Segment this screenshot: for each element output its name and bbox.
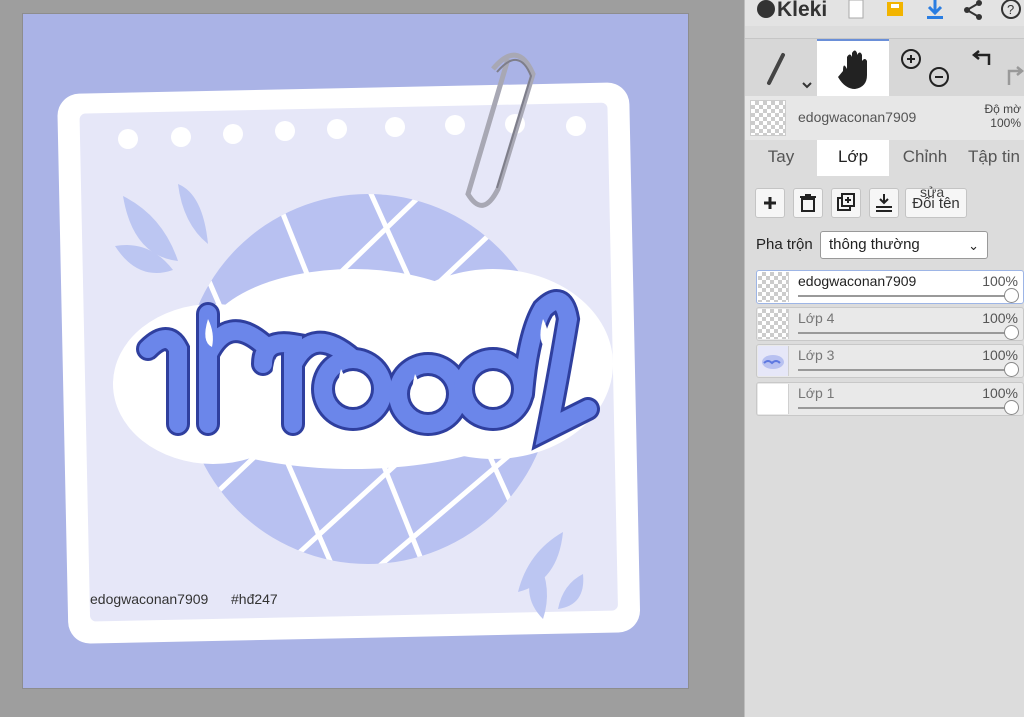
- zoom-out-icon[interactable]: [929, 67, 949, 87]
- layer-name: edogwaconan7909: [798, 273, 917, 289]
- layer-thumbnail: [758, 346, 789, 376]
- layer-item[interactable]: edogwaconan7909 100%: [756, 270, 1024, 304]
- layer-name: Lớp 3: [798, 347, 835, 363]
- layer-opacity: 100%: [982, 385, 1018, 401]
- opacity-readout: Độ mờ 100%: [984, 102, 1021, 130]
- blend-mode-value: thông thường: [829, 236, 920, 253]
- drawing-canvas[interactable]: edogwaconan7909 #hđ247: [23, 14, 688, 688]
- share-icon[interactable]: [961, 0, 985, 24]
- layer-opacity: 100%: [982, 347, 1018, 363]
- svg-text:?: ?: [1007, 2, 1014, 17]
- current-layer-header: edogwaconan7909 Độ mờ 100%: [745, 96, 1024, 140]
- hand-tool[interactable]: [817, 39, 889, 97]
- opacity-label: Độ mờ: [984, 102, 1021, 116]
- artwork: edogwaconan7909 #hđ247: [23, 14, 688, 688]
- duplicate-icon: [837, 193, 855, 211]
- layer-opacity: 100%: [982, 310, 1018, 326]
- redo-icon[interactable]: [1007, 66, 1024, 85]
- layer-item[interactable]: Lớp 1 100%: [756, 382, 1024, 416]
- canvas-area[interactable]: edogwaconan7909 #hđ247: [0, 0, 744, 717]
- duplicate-layer-button[interactable]: [831, 188, 861, 218]
- layer-item[interactable]: Lớp 4 100%: [756, 307, 1024, 341]
- mood-thumbnail-icon: [762, 355, 784, 369]
- new-file-icon[interactable]: [845, 0, 869, 24]
- caption-tag: #hđ247: [231, 591, 278, 607]
- tool-bar: [745, 38, 1024, 97]
- help-icon[interactable]: ?: [999, 0, 1023, 24]
- tab-tay[interactable]: Tay: [751, 140, 811, 176]
- layer-opacity-slider[interactable]: [798, 332, 1009, 334]
- add-layer-button[interactable]: [755, 188, 785, 218]
- blend-mode-label: Pha trộn: [756, 236, 813, 253]
- layer-opacity: 100%: [982, 273, 1018, 289]
- hand-icon: [838, 50, 867, 89]
- caption-user: edogwaconan7909: [90, 591, 209, 607]
- opacity-value: 100%: [990, 116, 1021, 130]
- layer-thumbnail: [758, 272, 789, 302]
- trash-icon: [800, 194, 816, 212]
- save-icon[interactable]: [883, 0, 907, 24]
- layer-thumbnail: [758, 309, 789, 339]
- kleki-logo-icon: [757, 0, 775, 18]
- history-controls: [959, 39, 1024, 97]
- brush-icon: [767, 53, 812, 89]
- zoom-in-icon[interactable]: [901, 49, 921, 69]
- layer-opacity-slider[interactable]: [798, 295, 1009, 297]
- layer-opacity-slider[interactable]: [798, 407, 1009, 409]
- layer-opacity-handle[interactable]: [1004, 400, 1019, 415]
- layer-opacity-handle[interactable]: [1004, 362, 1019, 377]
- blend-mode-select[interactable]: thông thường ⌄: [820, 231, 988, 259]
- undo-icon[interactable]: [971, 50, 991, 65]
- delete-layer-button[interactable]: [793, 188, 823, 218]
- tab-lop[interactable]: Lớp: [817, 140, 889, 176]
- tab-tap-tin[interactable]: Tập tin: [963, 140, 1024, 176]
- brush-tool[interactable]: [745, 39, 817, 97]
- top-toolbar: Kleki ?: [745, 0, 1024, 26]
- merge-down-button[interactable]: [869, 188, 899, 218]
- layer-thumbnail: [758, 384, 789, 414]
- layer-name: Lớp 1: [798, 385, 835, 401]
- current-layer-name: edogwaconan7909: [798, 109, 917, 125]
- plus-icon: [764, 197, 776, 209]
- layer-opacity-handle[interactable]: [1004, 325, 1019, 340]
- rename-tooltip: sửa: [920, 184, 945, 200]
- download-icon[interactable]: [923, 0, 947, 24]
- app-name: Kleki: [777, 0, 828, 21]
- layer-name: Lớp 4: [798, 310, 835, 326]
- chevron-down-icon: ⌄: [968, 238, 979, 253]
- layer-item[interactable]: Lớp 3 100%: [756, 344, 1024, 378]
- layer-opacity-slider[interactable]: [798, 369, 1009, 371]
- side-panel: Kleki ? edogwaconan7909 Độ mờ 100% Tay L…: [744, 0, 1024, 717]
- layer-opacity-handle[interactable]: [1004, 288, 1019, 303]
- tab-chinh[interactable]: Chỉnh: [893, 140, 957, 176]
- panel-tabs: Tay Lớp Chỉnh Tập tin: [745, 140, 1024, 176]
- app-logo[interactable]: Kleki: [757, 0, 827, 22]
- merge-down-icon: [876, 194, 892, 212]
- current-layer-thumbnail: [750, 100, 786, 136]
- zoom-controls: [895, 39, 955, 97]
